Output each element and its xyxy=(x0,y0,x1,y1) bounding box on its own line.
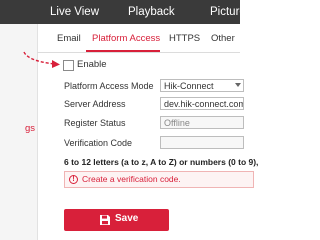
platform-access-mode-select[interactable]: Hik-Connect xyxy=(160,79,244,92)
tab-platform-access[interactable]: Platform Access xyxy=(92,33,160,44)
verification-code-hint: 6 to 12 letters (a to z, A to Z) or numb… xyxy=(64,157,259,167)
tab-https[interactable]: HTTPS xyxy=(169,33,200,44)
register-status-label: Register Status xyxy=(64,118,126,128)
server-address-label: Server Address xyxy=(64,99,126,109)
active-tab-indicator xyxy=(86,50,160,52)
top-navigation-bar: Live View Playback Picture xyxy=(0,0,240,24)
tab-email[interactable]: Email xyxy=(57,33,81,44)
floppy-disk-icon xyxy=(100,215,110,225)
server-address-field[interactable]: dev.hik-connect.com xyxy=(160,97,244,110)
tab-other[interactable]: Other xyxy=(211,33,235,44)
save-button[interactable]: Save xyxy=(64,209,169,231)
error-message-text: Create a verification code. xyxy=(82,174,181,184)
platform-access-mode-value: Hik-Connect xyxy=(164,81,214,91)
callout-arrow-icon xyxy=(23,51,60,68)
register-status-value: Offline xyxy=(164,118,190,128)
enable-label: Enable xyxy=(77,59,107,70)
platform-access-mode-label: Platform Access Mode xyxy=(64,81,154,91)
error-message-box: ! Create a verification code. xyxy=(64,171,254,188)
nav-playback[interactable]: Playback xyxy=(128,0,175,24)
error-icon: ! xyxy=(69,175,78,184)
sidebar-item-settings[interactable]: gs xyxy=(0,121,37,137)
chevron-down-icon xyxy=(235,83,241,87)
verification-code-label: Verification Code xyxy=(64,138,133,148)
tab-strip: Email Platform Access HTTPS Other xyxy=(37,24,240,53)
enable-checkbox[interactable] xyxy=(63,60,74,71)
server-address-value: dev.hik-connect.com xyxy=(164,99,244,109)
save-button-label: Save xyxy=(115,213,139,224)
register-status-field: Offline xyxy=(160,116,244,129)
verification-code-input[interactable] xyxy=(160,136,244,149)
nav-picture[interactable]: Picture xyxy=(210,0,240,24)
sidebar-item-label: gs xyxy=(24,123,35,134)
nav-live-view[interactable]: Live View xyxy=(50,0,99,24)
